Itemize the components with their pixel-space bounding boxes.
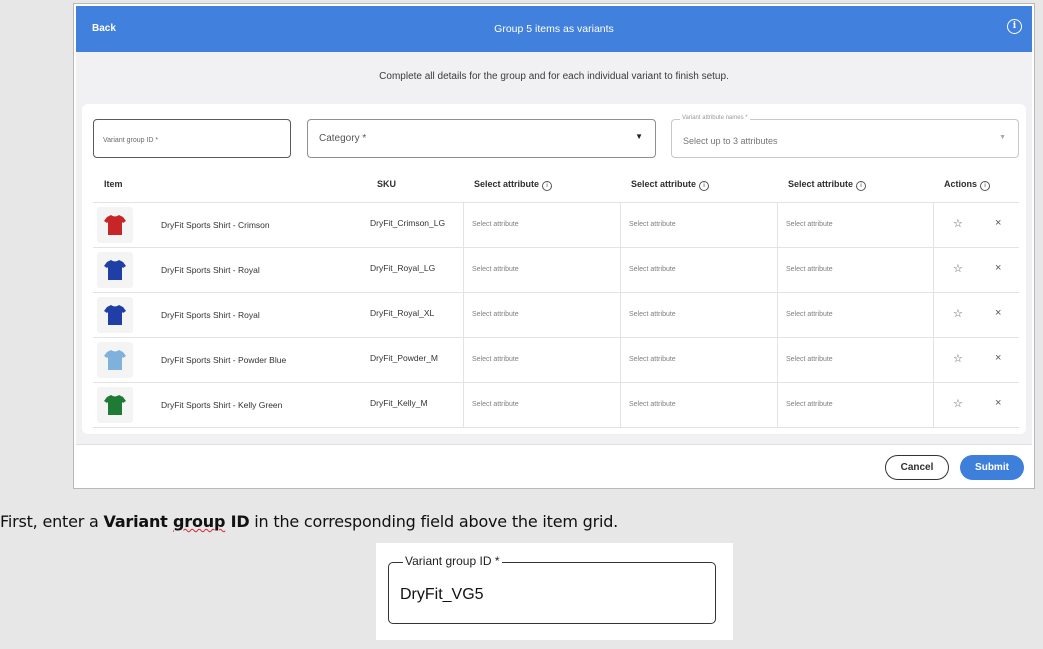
close-icon[interactable]: × (995, 217, 1001, 229)
item-sku: DryFit_Crimson_LG (370, 218, 446, 228)
star-icon[interactable]: ☆ (953, 217, 963, 230)
footer-divider (76, 444, 1032, 445)
attribute-cell[interactable]: Select attribute (777, 248, 933, 292)
table-row: DryFit Sports Shirt - Crimson DryFit_Cri… (93, 202, 1019, 247)
column-header-actions: Actions i (944, 179, 991, 191)
dialog-subtitle: Complete all details for the group and f… (379, 71, 729, 82)
item-grid: DryFit Sports Shirt - Crimson DryFit_Cri… (93, 202, 1019, 428)
variant-group-id-placeholder: Variant group ID * (103, 137, 159, 144)
attribute-names-placeholder: Select up to 3 attributes (683, 136, 778, 146)
item-thumbnail (97, 387, 133, 423)
dialog-body: Complete all details for the group and f… (76, 52, 1032, 444)
attribute-cell[interactable]: Select attribute (620, 203, 777, 247)
attribute-cell[interactable]: Select attribute (777, 203, 933, 247)
item-thumbnail (97, 207, 133, 243)
attribute-names-label: Variant attribute names * (680, 115, 750, 121)
attribute-names-select[interactable]: Variant attribute names * Select up to 3… (671, 115, 1019, 158)
item-name: DryFit Sports Shirt - Crimson (161, 220, 270, 230)
info-icon[interactable]: i (542, 181, 553, 191)
tshirt-icon (104, 350, 126, 370)
attribute-cell[interactable]: Select attribute (620, 338, 777, 382)
item-thumbnail (97, 297, 133, 333)
tshirt-icon (104, 305, 126, 325)
attribute-cell[interactable]: Select attribute (620, 293, 777, 337)
info-icon[interactable]: i (980, 181, 991, 191)
tshirt-icon (104, 215, 126, 235)
close-icon[interactable]: × (995, 262, 1001, 274)
table-row: DryFit Sports Shirt - Kelly Green DryFit… (93, 382, 1019, 428)
cancel-button[interactable]: Cancel (885, 455, 949, 480)
instruction-text: First, enter a Variant group ID in the c… (0, 512, 619, 531)
table-row: DryFit Sports Shirt - Powder Blue DryFit… (93, 337, 1019, 382)
form-card: Variant group ID * Category * ▼ Variant … (82, 104, 1026, 434)
item-thumbnail (97, 252, 133, 288)
column-header-attr3[interactable]: Select attribute i (788, 179, 867, 191)
zoomed-field-callout: Variant group ID * DryFit_VG5 (376, 543, 733, 640)
item-sku: DryFit_Royal_LG (370, 263, 436, 273)
item-thumbnail (97, 342, 133, 378)
info-icon[interactable]: i (856, 181, 867, 191)
attribute-cell[interactable]: Select attribute (777, 338, 933, 382)
tshirt-icon (104, 260, 126, 280)
close-icon[interactable]: × (995, 307, 1001, 319)
item-name: DryFit Sports Shirt - Royal (161, 265, 260, 275)
attribute-cell[interactable]: Select attribute (620, 248, 777, 292)
actions-cell (933, 293, 1019, 337)
attribute-cell[interactable]: Select attribute (463, 248, 620, 292)
attribute-cell[interactable]: Select attribute (777, 293, 933, 337)
attribute-cell[interactable]: Select attribute (620, 383, 777, 427)
item-name: DryFit Sports Shirt - Powder Blue (161, 355, 287, 365)
star-icon[interactable]: ☆ (953, 397, 963, 410)
info-icon[interactable]: i (699, 181, 710, 191)
item-sku: DryFit_Powder_M (370, 353, 439, 363)
submit-button[interactable]: Submit (960, 455, 1024, 480)
actions-cell (933, 248, 1019, 292)
variant-group-id-value: DryFit_VG5 (400, 586, 484, 603)
info-icon[interactable]: i (1007, 19, 1022, 34)
variant-group-id-field-zoomed[interactable]: Variant group ID * DryFit_VG5 (388, 554, 716, 624)
star-icon[interactable]: ☆ (953, 262, 963, 275)
actions-cell (933, 338, 1019, 382)
attribute-cell[interactable]: Select attribute (777, 383, 933, 427)
attribute-cell[interactable]: Select attribute (463, 383, 620, 427)
attribute-cell[interactable]: Select attribute (463, 293, 620, 337)
column-header-attr2[interactable]: Select attribute i (631, 179, 710, 191)
actions-cell (933, 203, 1019, 247)
column-header-sku: SKU (377, 179, 397, 189)
close-icon[interactable]: × (995, 397, 1001, 409)
star-icon[interactable]: ☆ (953, 307, 963, 320)
caret-down-icon: ▼ (635, 132, 643, 141)
variant-group-dialog: Back Group 5 items as variants i Complet… (73, 3, 1035, 489)
variant-group-id-input[interactable]: Variant group ID * (93, 119, 291, 158)
attribute-cell[interactable]: Select attribute (463, 338, 620, 382)
item-name: DryFit Sports Shirt - Royal (161, 310, 260, 320)
dialog-title: Group 5 items as variants (494, 23, 614, 35)
table-row: DryFit Sports Shirt - Royal DryFit_Royal… (93, 247, 1019, 292)
variant-group-id-label: Variant group ID * (403, 554, 502, 568)
dialog-header: Back Group 5 items as variants i (76, 6, 1032, 52)
attribute-cell[interactable]: Select attribute (463, 203, 620, 247)
column-header-attr1[interactable]: Select attribute i (474, 179, 553, 191)
column-header-item: Item (104, 179, 123, 189)
chevron-down-icon: ▼ (999, 134, 1006, 141)
item-sku: DryFit_Kelly_M (370, 398, 428, 408)
close-icon[interactable]: × (995, 352, 1001, 364)
item-sku: DryFit_Royal_XL (370, 308, 435, 318)
tshirt-icon (104, 395, 126, 415)
actions-cell (933, 383, 1019, 427)
category-placeholder: Category * (319, 133, 367, 144)
table-row: DryFit Sports Shirt - Royal DryFit_Royal… (93, 292, 1019, 337)
star-icon[interactable]: ☆ (953, 352, 963, 365)
item-name: DryFit Sports Shirt - Kelly Green (161, 400, 283, 410)
category-select[interactable]: Category * ▼ (307, 119, 656, 158)
